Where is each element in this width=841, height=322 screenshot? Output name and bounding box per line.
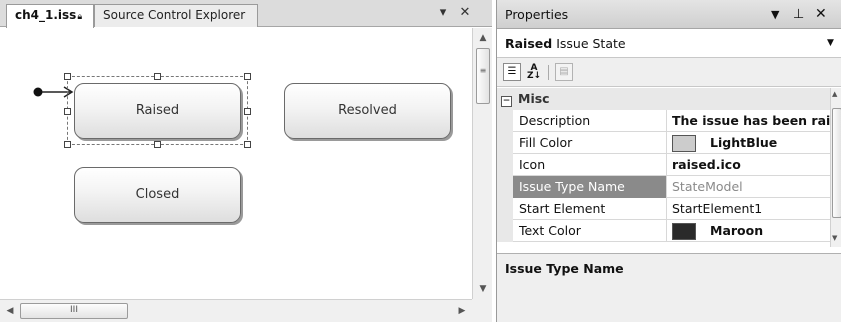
property-grid-scrollbar[interactable]: ▲ ▼ — [830, 88, 841, 247]
properties-toolbar: ☰ A Z↓ ▤ — [497, 58, 841, 87]
chevron-down-icon[interactable]: ▼ — [827, 29, 834, 58]
grip-icon: ≡ — [479, 66, 487, 75]
resize-handle[interactable] — [64, 108, 71, 115]
resize-handle[interactable] — [244, 141, 251, 148]
resize-handle[interactable] — [244, 108, 251, 115]
property-name: Fill Color — [513, 132, 667, 154]
alphabetical-icon[interactable]: A Z↓ — [525, 63, 543, 81]
property-value-cell[interactable]: Maroon — [668, 220, 830, 242]
scroll-right-icon[interactable]: ▶ — [452, 303, 472, 319]
tab-label: Source Control Explorer — [103, 8, 246, 22]
category-misc[interactable]: − Misc — [497, 88, 830, 110]
diagram-canvas[interactable]: Raised Resolved Closed — [0, 28, 472, 299]
resize-handle[interactable] — [244, 73, 251, 80]
color-swatch — [672, 135, 696, 152]
category-header: − Misc — [497, 88, 830, 110]
row-gutter — [497, 154, 513, 176]
property-row-fill-color[interactable]: Fill Color LightBlue — [497, 132, 830, 154]
start-connector — [33, 86, 74, 98]
dropdown-arrow-icon[interactable]: ▾ — [435, 5, 451, 21]
property-value[interactable]: The issue has been raised — [668, 110, 830, 132]
property-value[interactable]: StateModel — [668, 176, 830, 198]
property-value-cell[interactable]: LightBlue — [668, 132, 830, 154]
state-label: Closed — [135, 187, 180, 202]
property-name: Start Element — [513, 198, 667, 220]
state-label: Raised — [135, 103, 180, 118]
property-grid: − Misc Description The issue has been rai… — [497, 88, 830, 247]
category-label: Misc — [518, 91, 550, 106]
collapse-icon[interactable]: − — [501, 96, 512, 107]
row-gutter — [497, 132, 513, 154]
properties-titlebar: Properties ▼ ⊥ ✕ — [497, 0, 841, 29]
vertical-scroll-thumb[interactable]: ≡ — [476, 48, 490, 104]
property-value[interactable]: StartElement1 — [668, 198, 830, 220]
scroll-down-icon[interactable]: ▼ — [832, 234, 837, 242]
horizontal-scroll-thumb[interactable]: III — [20, 303, 128, 319]
row-gutter — [497, 110, 513, 132]
scroll-up-icon[interactable]: ▲ — [473, 30, 493, 46]
state-closed[interactable]: Closed — [74, 167, 241, 223]
property-name: Issue Type Name — [513, 176, 667, 198]
state-resolved[interactable]: Resolved — [284, 83, 451, 139]
lock-icon: 🔒︎ — [77, 12, 83, 22]
row-gutter — [497, 220, 513, 242]
resize-handle[interactable] — [154, 141, 161, 148]
property-description-panel: Issue Type Name — [497, 253, 841, 322]
close-icon[interactable]: ✕ — [815, 0, 827, 29]
pin-icon[interactable]: ⊥ — [793, 0, 804, 29]
object-selector[interactable]: Raised Issue State ▼ — [497, 29, 841, 58]
tab-label: ch4_1.iss — [15, 8, 77, 22]
property-name: Icon — [513, 154, 667, 176]
scroll-left-icon[interactable]: ◀ — [0, 303, 20, 319]
description-title: Issue Type Name — [505, 261, 624, 276]
row-gutter — [497, 198, 513, 220]
horizontal-scrollbar[interactable]: ◀ III ▶ — [0, 299, 472, 322]
property-name: Text Color — [513, 220, 667, 242]
categorized-icon[interactable]: ☰ — [503, 63, 521, 81]
properties-title: Properties — [505, 7, 569, 22]
resize-handle[interactable] — [64, 73, 71, 80]
document-tabstrip: ch4_1.iss🔒︎ Source Control Explorer ▾ ✕ — [0, 0, 492, 28]
vertical-scrollbar[interactable]: ▲ ≡ ▼ — [472, 28, 492, 299]
resize-handle[interactable] — [64, 141, 71, 148]
designer-pane: ch4_1.iss🔒︎ Source Control Explorer ▾ ✕ … — [0, 0, 492, 322]
object-type: Issue State — [556, 36, 626, 51]
property-value: Maroon — [710, 223, 764, 238]
property-name: Description — [513, 110, 667, 132]
tab-source-control-explorer[interactable]: Source Control Explorer — [94, 4, 258, 27]
properties-window: Properties ▼ ⊥ ✕ Raised Issue State ▼ ☰ … — [496, 0, 841, 322]
color-swatch — [672, 223, 696, 240]
state-raised[interactable]: Raised — [74, 83, 241, 139]
tab-ch4-1-iss[interactable]: ch4_1.iss🔒︎ — [6, 4, 94, 28]
object-name: Raised — [505, 36, 553, 51]
property-value[interactable]: raised.ico — [668, 154, 830, 176]
scroll-up-icon[interactable]: ▲ — [832, 90, 837, 98]
property-pages-icon[interactable]: ▤ — [555, 63, 573, 81]
property-grid-scroll-thumb[interactable] — [832, 108, 841, 218]
resize-handle[interactable] — [154, 73, 161, 80]
grip-icon: III — [70, 305, 78, 315]
scroll-corner — [472, 299, 492, 322]
property-row-start-element[interactable]: Start Element StartElement1 — [497, 198, 830, 220]
state-label: Resolved — [338, 103, 397, 118]
property-row-text-color[interactable]: Text Color Maroon — [497, 220, 830, 242]
scroll-down-icon[interactable]: ▼ — [473, 281, 493, 297]
close-icon[interactable]: ✕ — [457, 5, 473, 21]
row-gutter — [497, 176, 513, 198]
property-value: LightBlue — [710, 135, 778, 150]
property-row-description[interactable]: Description The issue has been raised — [497, 110, 830, 132]
toolbar-separator — [548, 65, 549, 80]
property-row-icon[interactable]: Icon raised.ico — [497, 154, 830, 176]
property-row-issue-type-name[interactable]: Issue Type Name StateModel — [497, 176, 830, 198]
dropdown-arrow-icon[interactable]: ▼ — [771, 0, 779, 29]
